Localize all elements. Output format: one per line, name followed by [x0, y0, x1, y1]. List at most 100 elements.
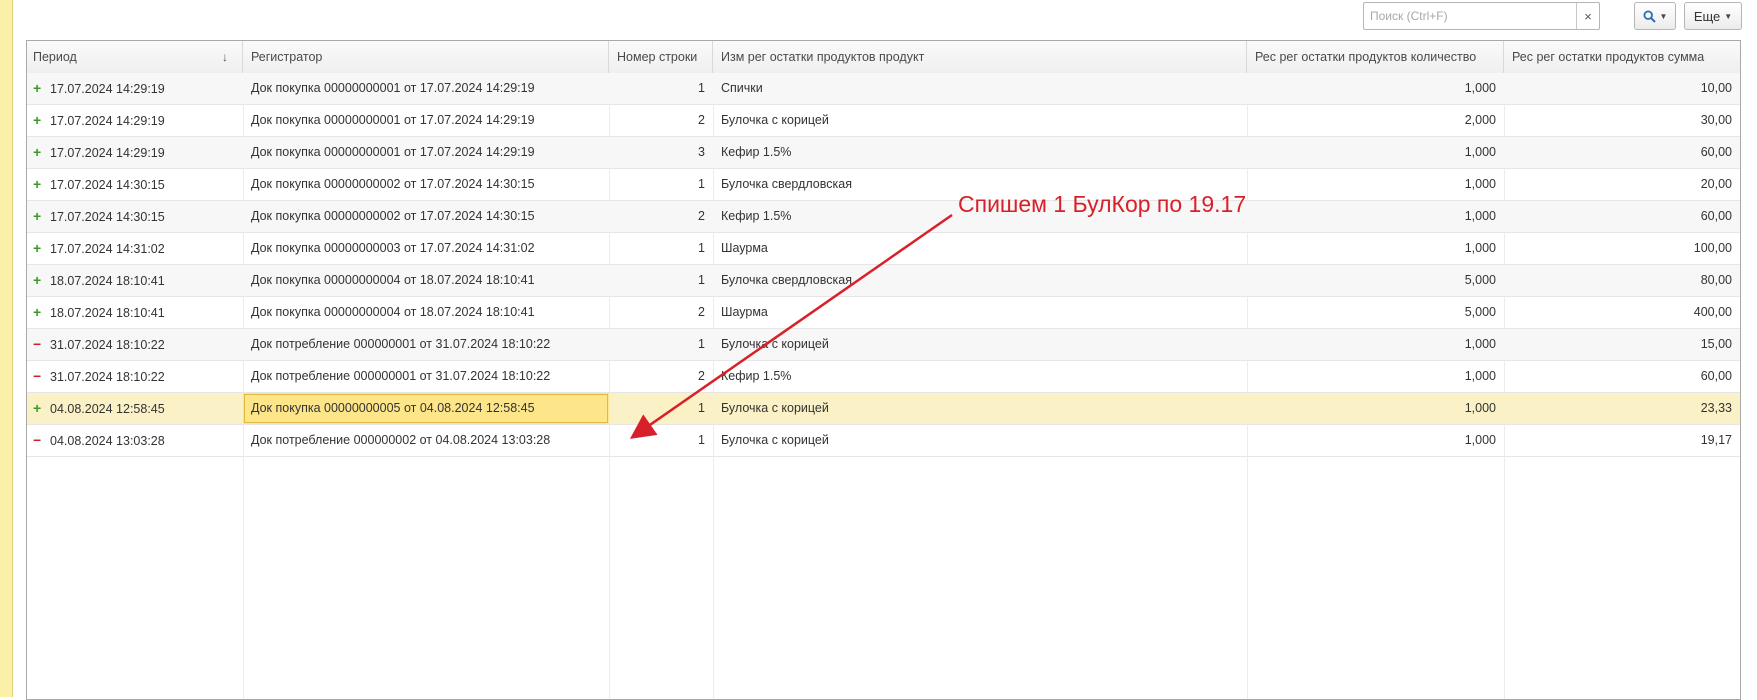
find-button[interactable]: ▼	[1634, 2, 1676, 30]
cell-line-number: 2	[698, 369, 705, 383]
cell-period: +18.07.2024 18:10:41	[27, 265, 243, 296]
receipt-plus-icon: +	[33, 400, 42, 416]
expense-minus-icon: −	[33, 432, 42, 448]
annotation-text: Спишем 1 БулКор по 19.17	[958, 191, 1247, 217]
column-header-line-number[interactable]: Номер строки	[609, 41, 713, 73]
cell-registrar[interactable]: Док покупка 00000000005 от 04.08.2024 12…	[243, 393, 609, 424]
cell-registrar[interactable]: Док потребление 000000002 от 04.08.2024 …	[243, 425, 609, 456]
register-table[interactable]: Период ↓ Регистратор Номер строки Изм ре…	[26, 40, 1741, 700]
clear-search-button[interactable]: ×	[1576, 3, 1599, 29]
expense-minus-icon: −	[33, 336, 42, 352]
period-value: 31.07.2024 18:10:22	[50, 370, 165, 384]
cell-line-number: 1	[698, 81, 705, 95]
cell-quantity: 1,000	[1464, 241, 1496, 255]
table-row[interactable]: −04.08.2024 13:03:28 Док потребление 0000…	[27, 425, 1740, 457]
cell-registrar[interactable]: Док покупка 00000000001 от 17.07.2024 14…	[243, 73, 609, 104]
receipt-plus-icon: +	[33, 272, 42, 288]
cell-registrar[interactable]: Док покупка 00000000003 от 17.07.2024 14…	[243, 233, 609, 264]
cell-quantity: 1,000	[1464, 177, 1496, 191]
cell-quantity: 1,000	[1464, 209, 1496, 223]
table-header: Период ↓ Регистратор Номер строки Изм ре…	[27, 41, 1740, 74]
cell-registrar[interactable]: Док покупка 00000000001 от 17.07.2024 14…	[243, 137, 609, 168]
column-header-registrar[interactable]: Регистратор	[243, 41, 609, 73]
cell-product: Булочка с корицей	[721, 401, 829, 415]
cell-quantity: 5,000	[1464, 273, 1496, 287]
period-value: 17.07.2024 14:29:19	[50, 146, 165, 160]
cell-registrar[interactable]: Док потребление 000000001 от 31.07.2024 …	[243, 329, 609, 360]
table-row[interactable]: −31.07.2024 18:10:22 Док потребление 0000…	[27, 361, 1740, 393]
table-row[interactable]: +04.08.2024 12:58:45 Док покупка 00000000…	[27, 393, 1740, 425]
cell-period: −31.07.2024 18:10:22	[27, 361, 243, 392]
cell-line-number: 2	[698, 113, 705, 127]
cell-period: +17.07.2024 14:30:15	[27, 201, 243, 232]
cell-period: −31.07.2024 18:10:22	[27, 329, 243, 360]
cell-registrar[interactable]: Док покупка 00000000002 от 17.07.2024 14…	[243, 169, 609, 200]
cell-period: −04.08.2024 13:03:28	[27, 425, 243, 456]
receipt-plus-icon: +	[33, 208, 42, 224]
more-button[interactable]: Еще ▼	[1684, 2, 1742, 30]
table-row[interactable]: +17.07.2024 14:30:15 Док покупка 00000000…	[27, 169, 1740, 201]
cell-product: Шаурма	[721, 305, 768, 319]
cell-registrar[interactable]: Док покупка 00000000002 от 17.07.2024 14…	[243, 201, 609, 232]
cell-registrar[interactable]: Док покупка 00000000004 от 18.07.2024 18…	[243, 297, 609, 328]
table-row[interactable]: +17.07.2024 14:31:02 Док покупка 00000000…	[27, 233, 1740, 265]
period-value: 17.07.2024 14:30:15	[50, 178, 165, 192]
cell-line-number: 3	[698, 145, 705, 159]
cell-period: +17.07.2024 14:31:02	[27, 233, 243, 264]
cell-line-number: 1	[698, 273, 705, 287]
cell-sum: 400,00	[1693, 305, 1732, 319]
cell-sum: 19,17	[1700, 433, 1732, 447]
column-header-quantity[interactable]: Рес рег остатки продуктов количество	[1247, 41, 1504, 73]
search-input[interactable]	[1364, 4, 1576, 28]
table-row[interactable]: −31.07.2024 18:10:22 Док потребление 0000…	[27, 329, 1740, 361]
receipt-plus-icon: +	[33, 144, 42, 160]
cell-sum: 15,00	[1700, 337, 1732, 351]
cell-product: Шаурма	[721, 241, 768, 255]
cell-line-number: 2	[698, 305, 705, 319]
period-value: 17.07.2024 14:31:02	[50, 242, 165, 256]
cell-product: Кефир 1.5%	[721, 369, 792, 383]
receipt-plus-icon: +	[33, 304, 42, 320]
cell-product: Кефир 1.5%	[721, 145, 792, 159]
cell-quantity: 2,000	[1464, 113, 1496, 127]
search-field[interactable]: ×	[1363, 2, 1600, 30]
cell-quantity: 1,000	[1464, 81, 1496, 95]
cell-product: Булочка с корицей	[721, 113, 829, 127]
table-row[interactable]: +17.07.2024 14:29:19 Док покупка 00000000…	[27, 105, 1740, 137]
cell-quantity: 1,000	[1464, 369, 1496, 383]
cell-registrar[interactable]: Док покупка 00000000001 от 17.07.2024 14…	[243, 105, 609, 136]
sort-descending-icon: ↓	[222, 50, 228, 64]
cell-sum: 10,00	[1700, 81, 1732, 95]
cell-product: Булочка с корицей	[721, 433, 829, 447]
cell-sum: 30,00	[1700, 113, 1732, 127]
period-value: 18.07.2024 18:10:41	[50, 306, 165, 320]
cell-period: +18.07.2024 18:10:41	[27, 297, 243, 328]
search-icon	[1643, 9, 1656, 23]
period-value: 31.07.2024 18:10:22	[50, 338, 165, 352]
cell-period: +17.07.2024 14:29:19	[27, 73, 243, 104]
table-row[interactable]: +17.07.2024 14:30:15 Док покупка 00000000…	[27, 201, 1740, 233]
chevron-down-icon: ▼	[1724, 11, 1733, 21]
cell-sum: 60,00	[1700, 209, 1732, 223]
receipt-plus-icon: +	[33, 240, 42, 256]
receipt-plus-icon: +	[33, 112, 42, 128]
column-header-period[interactable]: Период ↓	[27, 41, 243, 73]
cell-product: Булочка свердловская	[721, 273, 852, 287]
cell-sum: 20,00	[1700, 177, 1732, 191]
cell-line-number: 1	[698, 241, 705, 255]
column-header-product[interactable]: Изм рег остатки продуктов продукт	[713, 41, 1247, 73]
period-value: 17.07.2024 14:29:19	[50, 82, 165, 96]
table-row[interactable]: +17.07.2024 14:29:19 Док покупка 00000000…	[27, 137, 1740, 169]
column-header-sum[interactable]: Рес рег остатки продуктов сумма	[1504, 41, 1740, 73]
table-row[interactable]: +17.07.2024 14:29:19 Док покупка 00000000…	[27, 73, 1740, 105]
cell-registrar[interactable]: Док покупка 00000000004 от 18.07.2024 18…	[243, 265, 609, 296]
chevron-down-icon: ▼	[1659, 11, 1668, 21]
more-button-label: Еще	[1693, 8, 1721, 24]
cell-line-number: 2	[698, 209, 705, 223]
cell-registrar[interactable]: Док потребление 000000001 от 31.07.2024 …	[243, 361, 609, 392]
table-row[interactable]: +18.07.2024 18:10:41 Док покупка 00000000…	[27, 297, 1740, 329]
cell-line-number: 1	[698, 337, 705, 351]
cell-sum: 60,00	[1700, 369, 1732, 383]
table-row[interactable]: +18.07.2024 18:10:41 Док покупка 00000000…	[27, 265, 1740, 297]
period-value: 17.07.2024 14:30:15	[50, 210, 165, 224]
